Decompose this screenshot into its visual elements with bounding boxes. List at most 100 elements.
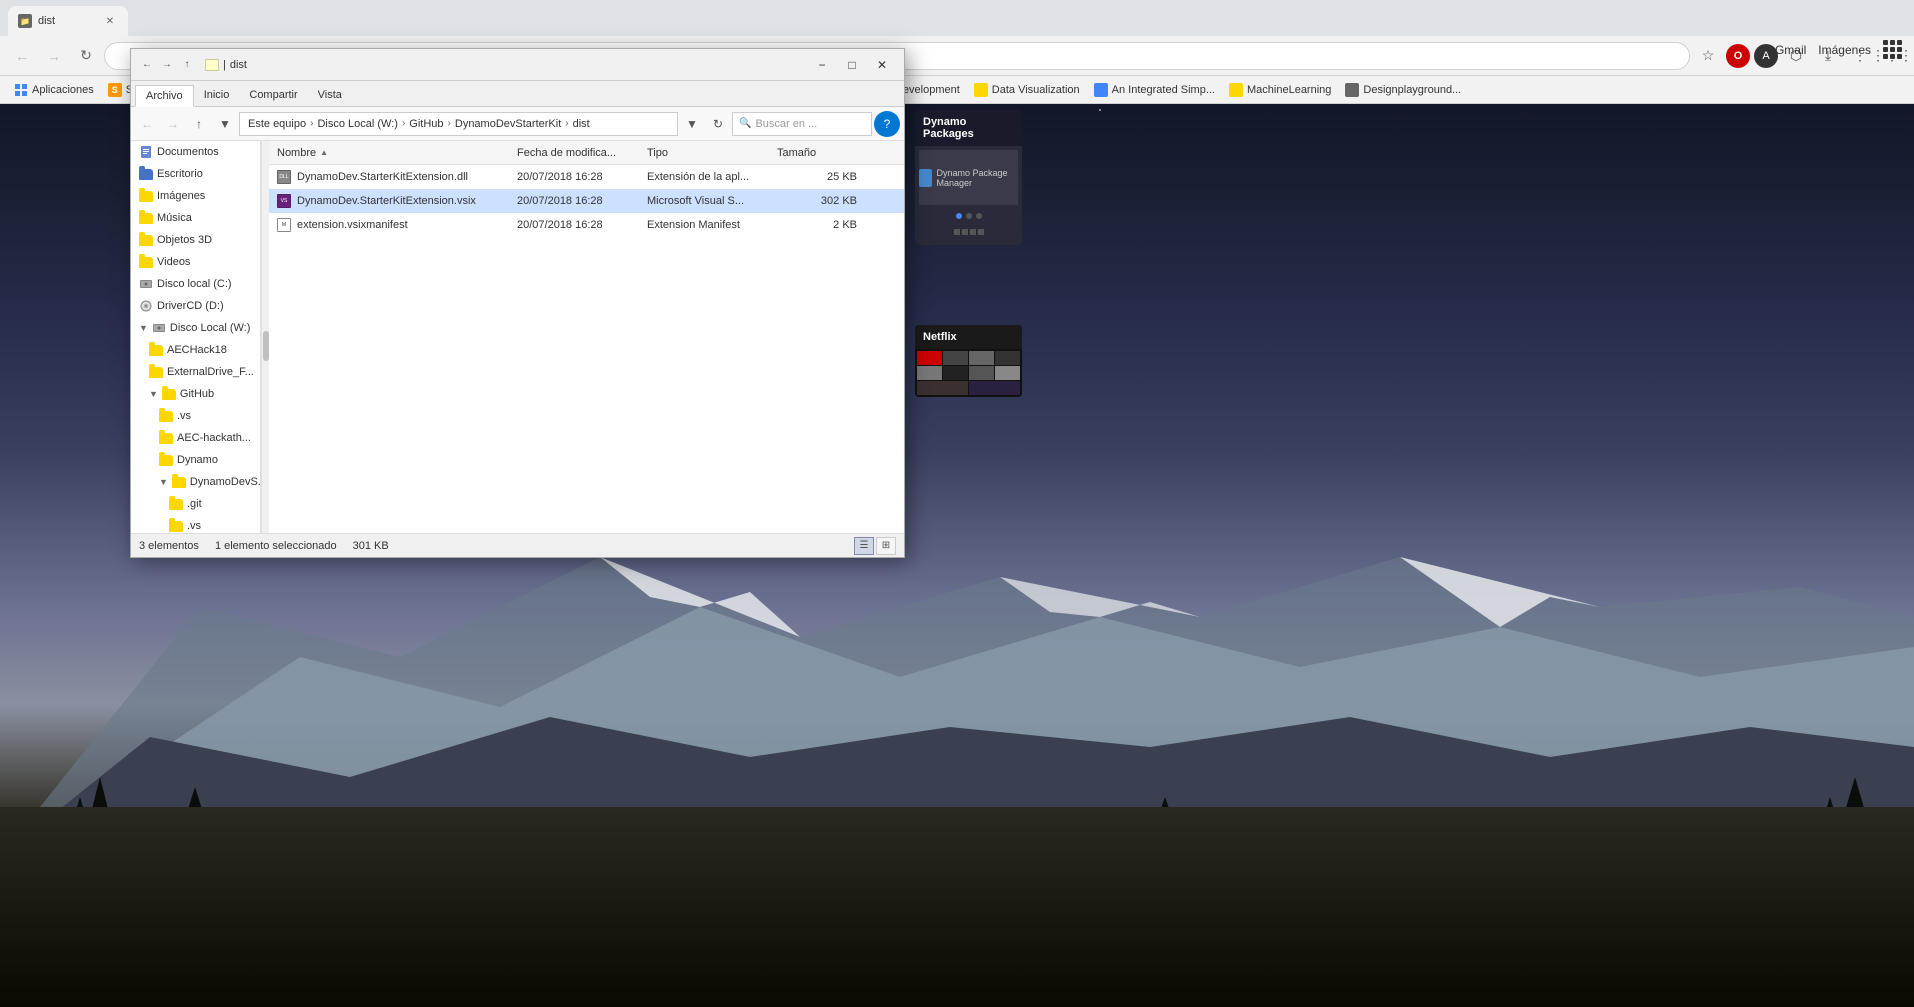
dynamo-icon	[159, 453, 173, 467]
nav-recent-button[interactable]: ▼	[213, 112, 237, 136]
sidebar-item-imagenes[interactable]: Imágenes	[131, 185, 260, 207]
path-sep-4: ›	[565, 118, 568, 129]
netflix-thumb-5[interactable]	[917, 366, 942, 380]
file-type-vsix: Microsoft Visual S...	[647, 195, 777, 207]
col-name[interactable]: Nombre ▲	[277, 147, 517, 159]
expand-arrow-icon: ▼	[139, 323, 148, 333]
sidebar-item-videos[interactable]: Videos	[131, 251, 260, 273]
desktop: 📁 dist ✕ ← → ↻ ☆ O A ⬡ ⤓ ⋮ ⋮⋮⋮	[0, 0, 1914, 1007]
sidebar-item-disco-c[interactable]: Disco local (C:)	[131, 273, 260, 295]
nav-back-button[interactable]: ←	[135, 112, 159, 136]
bookmark-integrated[interactable]: An Integrated Simp...	[1088, 79, 1221, 101]
bookmark-design[interactable]: Designplayground...	[1339, 79, 1467, 101]
navigation-bar: ← → ↑ ▼ Este equipo › Disco Local (W:) ›…	[131, 107, 904, 141]
path-disco-local[interactable]: Disco Local (W:)	[317, 118, 397, 130]
path-dist[interactable]: dist	[573, 118, 590, 130]
forward-button[interactable]: →	[40, 42, 68, 70]
ribbon-tab-archivo[interactable]: Archivo	[135, 85, 194, 107]
nav-forward-button[interactable]: →	[161, 112, 185, 136]
title-forward-icon[interactable]: →	[159, 57, 175, 73]
file-date-dll: 20/07/2018 16:28	[517, 171, 647, 183]
view-details-button[interactable]: ☰	[854, 537, 874, 555]
path-este-equipo[interactable]: Este equipo	[248, 118, 306, 130]
close-button[interactable]: ✕	[868, 54, 896, 76]
nav-up-button[interactable]: ↑	[187, 112, 211, 136]
sidebar-item-label: AEC-hackath...	[177, 432, 251, 444]
sidebar-item-vs[interactable]: .vs	[131, 405, 260, 427]
netflix-thumb-8[interactable]	[995, 366, 1020, 380]
aechack-icon	[149, 343, 163, 357]
title-back-icon[interactable]: ←	[139, 57, 155, 73]
table-row[interactable]: M extension.vsixmanifest 20/07/2018 16:2…	[269, 213, 904, 237]
sidebar-item-disco-w[interactable]: ▼ Disco Local (W:)	[131, 317, 260, 339]
sidebar-item-vs-nested[interactable]: .vs	[131, 515, 260, 533]
sidebar-item-aec-hackath[interactable]: AEC-hackath...	[131, 427, 260, 449]
ribbon-tab-inicio[interactable]: Inicio	[194, 84, 240, 106]
vs-icon	[159, 409, 173, 423]
search-box[interactable]: 🔍 Buscar en ...	[732, 112, 872, 136]
ribbon-tab-compartir[interactable]: Compartir	[239, 84, 307, 106]
ribbon-tab-vista[interactable]: Vista	[308, 84, 352, 106]
bookmark-apps[interactable]: Aplicaciones	[8, 79, 100, 101]
reload-button[interactable]: ↻	[72, 42, 100, 70]
title-up-icon[interactable]: ↑	[179, 57, 195, 73]
col-size[interactable]: Tamaño	[777, 147, 857, 159]
table-row[interactable]: DLL DynamoDev.StarterKitExtension.dll 20…	[269, 165, 904, 189]
path-github[interactable]: GitHub	[409, 118, 443, 130]
gmail-page-link[interactable]: Gmail	[1775, 43, 1806, 57]
images-page-link[interactable]: Imágenes	[1818, 43, 1871, 57]
nav-refresh-button[interactable]: ↻	[706, 112, 730, 136]
sidebar-item-git[interactable]: .git	[131, 493, 260, 515]
netflix-thumb-1[interactable]	[917, 351, 942, 365]
google-apps-grid-icon[interactable]	[1883, 40, 1902, 59]
sidebar-scrollbar[interactable]	[261, 141, 269, 533]
netflix-thumb-6[interactable]	[943, 366, 968, 380]
bookmark-ml[interactable]: MachineLearning	[1223, 79, 1337, 101]
dynamo-grid-icon	[954, 229, 984, 235]
maximize-button[interactable]: □	[838, 54, 866, 76]
file-list: Nombre ▲ Fecha de modifica... Tipo Tamañ…	[269, 141, 904, 533]
dynamo-package-manager-thumb[interactable]: Dynamo Package Manager	[919, 150, 1018, 205]
nav-dropdown-button[interactable]: ▼	[680, 112, 704, 136]
sidebar-item-escritorio[interactable]: Escritorio	[131, 163, 260, 185]
netflix-bottom-1[interactable]	[917, 381, 968, 395]
netflix-thumb-7[interactable]	[969, 366, 994, 380]
sidebar-item-musica[interactable]: Música	[131, 207, 260, 229]
sidebar-item-drivercd[interactable]: DriverCD (D:)	[131, 295, 260, 317]
sidebar-item-dynamodevs[interactable]: ▼ DynamoDevS...	[131, 471, 260, 493]
back-button[interactable]: ←	[8, 42, 36, 70]
dynamo-packages-panel: Dynamo Packages Dynamo Package Manager	[915, 110, 1022, 245]
browser-tab-active[interactable]: 📁 dist ✕	[8, 6, 128, 36]
sidebar-item-dynamo[interactable]: Dynamo	[131, 449, 260, 471]
profile-icon-1[interactable]: O	[1726, 44, 1750, 68]
sidebar-item-aechack[interactable]: AECHack18	[131, 339, 260, 361]
sidebar-item-label: AECHack18	[167, 344, 227, 356]
sidebar-item-external[interactable]: ExternalDrive_F...	[131, 361, 260, 383]
dynamo-panel-content: Dynamo Package Manager	[915, 146, 1022, 245]
netflix-thumb-4[interactable]	[995, 351, 1020, 365]
sidebar-item-documentos[interactable]: Documentos	[131, 141, 260, 163]
file-name-manifest: M extension.vsixmanifest	[277, 218, 517, 232]
view-tiles-button[interactable]: ⊞	[876, 537, 896, 555]
sidebar: Documentos Escritorio Imágenes	[131, 141, 261, 533]
minimize-button[interactable]: −	[808, 54, 836, 76]
sidebar-item-objetos3d[interactable]: Objetos 3D	[131, 229, 260, 251]
path-dynamo-starter[interactable]: DynamoDevStarterKit	[455, 118, 561, 130]
help-button[interactable]: ?	[874, 111, 900, 137]
sidebar-item-github[interactable]: ▼ GitHub	[131, 383, 260, 405]
bookmark-dataviz[interactable]: Data Visualization	[968, 79, 1086, 101]
disco-w-icon	[152, 321, 166, 335]
design-doc-icon	[1345, 83, 1359, 97]
path-sep-2: ›	[402, 118, 405, 129]
file-label-manifest: extension.vsixmanifest	[297, 219, 408, 231]
netflix-thumb-2[interactable]	[943, 351, 968, 365]
bookmark-star-button[interactable]: ☆	[1694, 42, 1722, 70]
title-folder-label: dist	[230, 59, 247, 71]
netflix-bottom-2[interactable]	[969, 381, 1020, 395]
address-path-bar[interactable]: Este equipo › Disco Local (W:) › GitHub …	[239, 112, 678, 136]
netflix-thumb-3[interactable]	[969, 351, 994, 365]
tab-close-button[interactable]: ✕	[102, 13, 118, 29]
table-row[interactable]: VS DynamoDev.StarterKitExtension.vsix 20…	[269, 189, 904, 213]
col-type[interactable]: Tipo	[647, 147, 777, 159]
col-date[interactable]: Fecha de modifica...	[517, 147, 647, 159]
